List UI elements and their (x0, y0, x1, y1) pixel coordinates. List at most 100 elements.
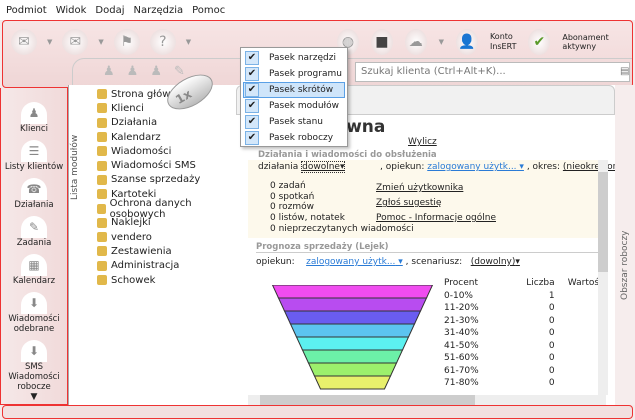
menu-item-label: Pasek roboczy (269, 133, 334, 143)
sidebar-label: Klienci (20, 124, 48, 134)
menu-narzedzia[interactable]: Narzędzia (133, 5, 183, 16)
module-item[interactable]: Ochrona danych osobowych (97, 198, 232, 220)
table-cell: 0 (548, 378, 555, 389)
module-item[interactable]: Zestawienia (97, 244, 232, 258)
status-bar (2, 405, 633, 419)
vertical-scrollbar[interactable] (598, 160, 608, 395)
module-label: Działania (111, 117, 158, 129)
clients-icon[interactable]: ♟ (150, 64, 162, 79)
menu-pomoc[interactable]: Pomoc (192, 5, 225, 16)
menu-item-label: Pasek stanu (269, 117, 323, 127)
module-label: Zestawienia (111, 245, 172, 257)
checkmark-icon: ✔ (245, 115, 259, 129)
table-row[interactable]: 61-70% 0 (440, 365, 608, 378)
sales-funnel-chart (271, 285, 434, 390)
module-item[interactable]: vendero (97, 230, 232, 244)
filter-label: , scenariusz: (405, 257, 463, 267)
change-user-link[interactable]: Zmień użytkownika (376, 181, 496, 196)
table-cell: 0-10% (444, 290, 473, 301)
unread-messages: 0 nieprzeczytanych wiadomości (270, 224, 414, 234)
sidebar-item-klienci[interactable]: ♟ Klienci (1, 102, 67, 134)
module-label: Wiadomości (111, 145, 172, 157)
chevron-down-icon[interactable]: ▼ (98, 38, 103, 46)
count-tasks: 0 zadań (270, 181, 306, 191)
table-cell: 31-40% (444, 328, 479, 339)
horizontal-scrollbar[interactable] (248, 395, 606, 405)
table-cell: 41-50% (444, 340, 479, 351)
module-label: Klienci (111, 102, 144, 114)
table-row[interactable]: 51-60% 0 (440, 352, 608, 365)
menu-item-toggle[interactable]: ✔ Pasek roboczy (243, 130, 345, 146)
owner-dropdown[interactable]: zalogowany użytk... ▾ (306, 257, 403, 267)
filter-label: działania (258, 162, 299, 172)
suggestion-link[interactable]: Zgłoś sugestię (376, 196, 496, 211)
sidebar-item-sms-robocze[interactable]: ⬇ SMS Wiadomości robocze (1, 340, 67, 392)
chevron-down-icon[interactable]: ▼ (186, 38, 191, 46)
sidebar-item-listy-klientow[interactable]: ☰ Listy klientów (1, 140, 67, 172)
table-row[interactable]: 71-80% 0 (440, 377, 608, 390)
table-cell: 51-60% (444, 353, 479, 364)
table-row[interactable]: 41-50% 0 (440, 340, 608, 353)
module-icon (97, 103, 107, 114)
cloud-icon[interactable]: ☁ (404, 29, 427, 55)
task-icon: ✎ (21, 216, 47, 238)
client-icon: ♟ (21, 102, 47, 124)
module-label: Administracja (111, 260, 180, 272)
menu-podmiot[interactable]: Podmiot (6, 5, 47, 16)
help-icon[interactable]: ? (149, 29, 176, 55)
sidebar-item-wiadomosci-odebrane[interactable]: ⬇ Wiadomości odebrane (1, 292, 67, 334)
wylicz-link[interactable]: Wylicz (408, 137, 437, 147)
table-row[interactable]: 11-20% 0 (440, 302, 608, 315)
send-icon[interactable]: ✉ (11, 29, 37, 55)
shortcut-sidebar: ♟ Klienci ☰ Listy klientów ☎ Działania ✎ Zad… (0, 88, 68, 405)
section-title: Prognoza sprzedaży (Lejek) (256, 242, 606, 253)
module-item[interactable]: Wiadomości (97, 144, 232, 158)
menu-item-toggle[interactable]: ✔ Pasek stanu (243, 114, 345, 130)
account-icon[interactable]: 👤 (456, 29, 478, 55)
chevron-down-icon[interactable]: ▼ (47, 38, 52, 46)
module-item[interactable]: Schowek (97, 273, 232, 287)
menu-item-toggle[interactable]: ✔ Pasek programu (243, 66, 345, 82)
user-icon[interactable]: ♟ (127, 64, 139, 79)
owner-dropdown[interactable]: zalogowany użytk... ▾ (427, 162, 524, 172)
table-row[interactable]: 21-30% 0 (440, 315, 608, 328)
sidebar-item-dzialania[interactable]: ☎ Działania (1, 178, 67, 210)
activities-filter-dropdown[interactable]: dowolne▾ (301, 161, 346, 173)
client-icon[interactable]: ♟ (103, 64, 115, 79)
dropdown-value: (dowolny) (470, 257, 516, 267)
count-calls: 0 rozmów (270, 202, 314, 212)
menu-item-toggle[interactable]: ✔ Pasek modułów (243, 98, 345, 114)
workspace-label[interactable]: Obszar roboczy (620, 180, 630, 300)
menu-item-toggle[interactable]: ✔ Pasek narzędzi (243, 50, 345, 66)
chevron-down-icon[interactable]: ▼ (439, 38, 444, 46)
module-item[interactable]: Kalendarz (97, 130, 232, 144)
module-item[interactable]: Wiadomości SMS (97, 158, 232, 172)
sidebar-label: Kalendarz (12, 276, 56, 286)
account-button[interactable]: Konto InsERT (490, 32, 517, 52)
more-arrow-icon[interactable]: ▼ (1, 392, 67, 402)
module-item[interactable]: Działania (97, 116, 232, 130)
sidebar-item-kalendarz[interactable]: ▦ Kalendarz (1, 254, 67, 286)
scenario-dropdown[interactable]: (dowolny)▾ (471, 257, 520, 267)
sidebar-label: Wiadomości odebrane (8, 314, 60, 334)
receive-icon[interactable]: ✉ (62, 29, 89, 55)
flag-icon[interactable]: ⚑ (113, 29, 140, 55)
module-item[interactable]: Klienci (97, 101, 232, 115)
table-row[interactable]: 31-40% 0 (440, 327, 608, 340)
menu-item-toggle[interactable]: ✔ Pasek skrótów (243, 82, 345, 98)
module-item[interactable]: Szanse sprzedaży (97, 173, 232, 187)
sidebar-item-zadania[interactable]: ✎ Zadania (1, 216, 67, 248)
tool-icon[interactable]: ✎ (174, 64, 185, 79)
table-cell: 0 (548, 315, 555, 326)
filter-label: opiekun: (256, 257, 295, 267)
module-item[interactable]: Administracja (97, 259, 232, 273)
client-search-input[interactable]: Szukaj klienta (Ctrl+Alt+K)... (355, 62, 630, 82)
module-list-label[interactable]: Lista modułów (70, 80, 80, 200)
subscription-status[interactable]: Abonament aktywny (562, 33, 632, 51)
box-icon[interactable]: ■ (370, 29, 393, 55)
menu-dodaj[interactable]: Dodaj (95, 5, 124, 16)
funnel-segment (271, 285, 434, 299)
menu-widok[interactable]: Widok (56, 5, 87, 16)
table-row[interactable]: 0-10%12 (440, 290, 608, 303)
search-menu-icon[interactable]: ▤ (620, 66, 629, 77)
